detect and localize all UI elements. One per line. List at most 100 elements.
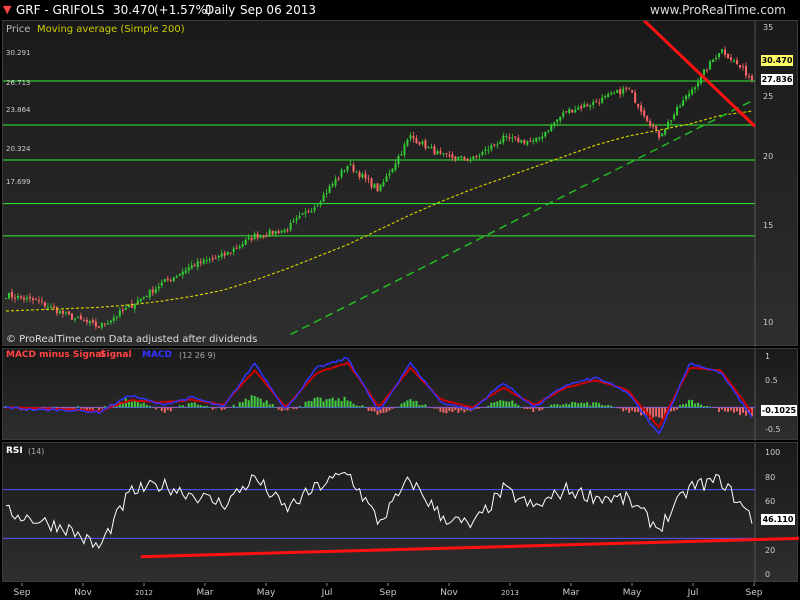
x-tick-label: May bbox=[257, 588, 276, 598]
macd-histogram-bar bbox=[88, 407, 91, 410]
macd-histogram-bar bbox=[136, 401, 139, 408]
price-pane[interactable]: Price Moving average (Simple 200) © ProR… bbox=[2, 20, 798, 347]
rsi-pane[interactable]: RSI (14) 100 80 60 20 0 46.110 bbox=[2, 442, 799, 583]
macd-histogram-bar bbox=[403, 402, 406, 408]
candle-body bbox=[544, 131, 547, 137]
candle-body bbox=[196, 261, 199, 268]
macd-pane[interactable]: MACD minus Signal Signal MACD (12 26 9) … bbox=[2, 348, 798, 441]
candle-body bbox=[286, 230, 289, 232]
date-label: Sep 06 2013 bbox=[240, 3, 317, 17]
candle-body bbox=[169, 279, 172, 281]
macd-histogram-bar bbox=[262, 402, 265, 408]
support-trendline bbox=[290, 98, 756, 336]
macd-histogram-bar bbox=[532, 407, 535, 412]
macd-histogram-bar bbox=[181, 405, 184, 408]
macd-histogram-bar bbox=[682, 404, 685, 408]
macd-histogram-bar bbox=[253, 395, 256, 408]
macd-histogram-bar bbox=[337, 398, 340, 408]
candle-body bbox=[256, 233, 259, 238]
site-link[interactable]: www.ProRealTime.com bbox=[650, 3, 786, 17]
macd-histogram-bar bbox=[184, 407, 187, 408]
macd-histogram-bar bbox=[310, 401, 313, 408]
macd-histogram-bar bbox=[619, 407, 622, 409]
macd-histogram-bar bbox=[277, 407, 280, 410]
candle-body bbox=[631, 90, 634, 93]
candle-body bbox=[730, 57, 733, 60]
candle-body bbox=[607, 94, 610, 98]
candle-body bbox=[694, 87, 697, 90]
candle-body bbox=[559, 116, 562, 121]
candle-body bbox=[370, 178, 373, 188]
candle-body bbox=[574, 109, 577, 113]
candle-body bbox=[748, 76, 751, 78]
candle-body bbox=[289, 223, 292, 230]
candle-body bbox=[439, 151, 442, 154]
macd-histogram-bar bbox=[259, 398, 262, 408]
macd-histogram-bar bbox=[592, 402, 595, 408]
candle-body bbox=[580, 106, 583, 109]
ma-price-tag: 27.836 bbox=[761, 74, 793, 85]
candle-body bbox=[346, 165, 349, 171]
macd-histogram-bar bbox=[244, 398, 247, 408]
candle-body bbox=[139, 298, 142, 302]
candle-body bbox=[5, 298, 7, 300]
level-label: 26.713 bbox=[6, 79, 31, 87]
candle-body bbox=[364, 173, 367, 179]
macd-histogram-bar bbox=[385, 407, 388, 413]
candle-body bbox=[529, 140, 532, 142]
candle-body bbox=[355, 171, 358, 173]
macd-histogram-bar bbox=[709, 406, 712, 408]
y-tick-label: 15 bbox=[763, 221, 774, 230]
macd-histogram-bar bbox=[742, 407, 745, 413]
collapse-arrow-icon[interactable]: ▼ bbox=[3, 3, 11, 16]
candle-body bbox=[415, 138, 418, 144]
candle-body bbox=[205, 260, 208, 262]
candle-body bbox=[49, 306, 52, 308]
last-price-value: 30.470 bbox=[113, 3, 155, 17]
macd-histogram-bar bbox=[730, 407, 733, 411]
candle-body bbox=[478, 155, 481, 157]
candle-body bbox=[649, 120, 652, 126]
candle-body bbox=[586, 104, 589, 107]
macd-histogram-bar bbox=[511, 400, 514, 408]
candle-body bbox=[376, 183, 379, 192]
macd-histogram-bar bbox=[430, 407, 433, 408]
macd-histogram-bar bbox=[553, 404, 556, 408]
macd-histogram-bar bbox=[313, 398, 316, 408]
y-tick-label: 0.5 bbox=[765, 376, 778, 385]
candle-body bbox=[541, 136, 544, 139]
macd-histogram-bar bbox=[256, 397, 259, 408]
y-tick-label: 80 bbox=[765, 473, 776, 482]
candle-body bbox=[337, 177, 340, 179]
macd-histogram-bar bbox=[208, 406, 211, 408]
macd-histogram-bar bbox=[145, 404, 148, 408]
macd-histogram-bar bbox=[367, 407, 370, 411]
macd-histogram-bar bbox=[517, 405, 520, 408]
macd-histogram-bar bbox=[628, 407, 631, 413]
macd-histogram-bar bbox=[397, 406, 400, 408]
macd-histogram-bar bbox=[448, 407, 451, 412]
candle-body bbox=[577, 107, 580, 110]
candle-body bbox=[70, 313, 73, 320]
macd-hist-label: MACD minus Signal bbox=[6, 350, 105, 360]
macd-histogram-bar bbox=[319, 397, 322, 408]
candle-body bbox=[403, 144, 406, 155]
macd-histogram-bar bbox=[349, 401, 352, 408]
macd-histogram-bar bbox=[535, 407, 538, 409]
macd-histogram-bar bbox=[304, 401, 307, 408]
macd-histogram-bar bbox=[409, 399, 412, 408]
y-tick-label: 20 bbox=[763, 152, 774, 161]
candle-body bbox=[28, 296, 31, 299]
candle-body bbox=[271, 230, 274, 235]
candle-body bbox=[208, 259, 211, 261]
macd-histogram-bar bbox=[610, 405, 613, 408]
macd-histogram-bar bbox=[190, 402, 193, 408]
y-tick-label: -0.5 bbox=[765, 425, 781, 434]
macd-histogram-bar bbox=[706, 405, 709, 408]
macd-histogram-bar bbox=[580, 402, 583, 408]
candle-body bbox=[178, 273, 181, 276]
candle-body bbox=[451, 154, 454, 158]
macd-histogram-bar bbox=[52, 407, 55, 408]
candle-body bbox=[538, 137, 541, 139]
rsi-value-tag: 46.110 bbox=[761, 514, 795, 525]
